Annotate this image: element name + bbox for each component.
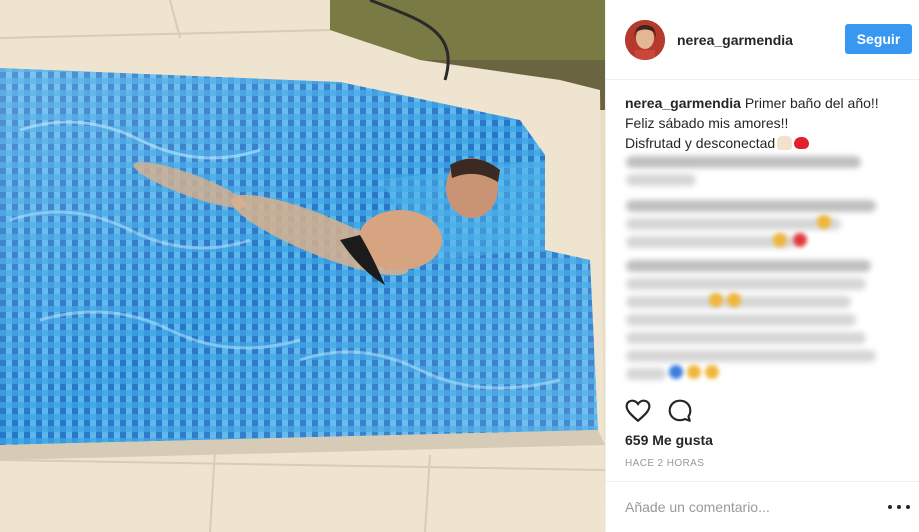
comment-section [606,481,919,532]
blurred-comment-line [626,278,866,290]
more-options-icon[interactable] [888,498,910,516]
username[interactable]: nerea_garmendia [677,32,793,48]
blurred-comment-line [626,200,876,212]
blurred-comment-line [626,314,856,326]
avatar[interactable] [625,19,665,60]
follow-button[interactable]: Seguir [845,24,912,54]
post-side-panel: nerea_garmendia Seguir nerea_garmendia P… [605,0,919,532]
caption-username[interactable]: nerea_garmendia [625,95,741,111]
blurred-comment-line [626,236,796,248]
blurred-emoji [669,365,683,379]
post-header: nerea_garmendia Seguir [606,0,919,80]
caption-line-1: nerea_garmendia Primer baño del año!! [625,93,910,113]
comment-bubble-icon[interactable] [667,398,693,424]
comment-input[interactable] [625,499,865,515]
blurred-comment-line [626,350,876,362]
blurred-emoji [727,293,741,307]
post-timestamp[interactable]: HACE 2 HORAS [625,458,704,469]
blurred-emoji [793,233,807,247]
post-photo[interactable] [0,0,605,532]
caption-text-2: Feliz sábado mis amores!! [625,115,789,131]
blurred-comment-line [626,156,861,168]
likes-count[interactable]: 659 Me gusta [625,432,713,448]
caption: nerea_garmendia Primer baño del año!! Fe… [625,93,910,153]
blurred-emoji [709,293,723,307]
blurred-comment-line [626,260,871,272]
heart-icon[interactable] [625,398,651,424]
blurred-emoji [773,233,787,247]
caption-text-1: Primer baño del año!! [744,95,879,111]
blurred-emoji [817,215,831,229]
blurred-comment-line [626,332,866,344]
blurred-comment-line [626,218,841,230]
blurred-comment-line [626,368,666,380]
blurred-emoji [705,365,719,379]
blurred-comments [621,148,908,386]
blurred-emoji [687,365,701,379]
post-actions [625,398,693,424]
blurred-comment-line [626,174,696,186]
